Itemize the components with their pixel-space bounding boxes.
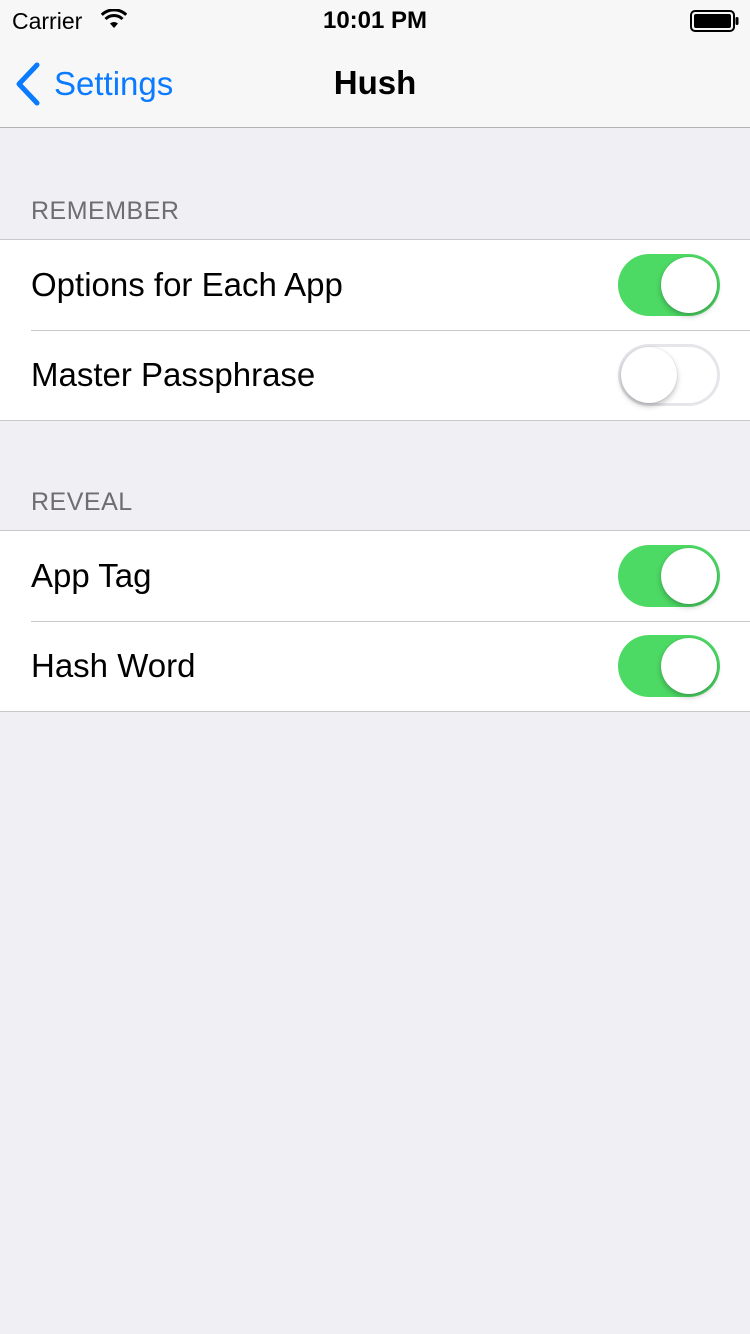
toggle-knob xyxy=(661,257,717,313)
toggle-hash-word[interactable] xyxy=(618,635,720,697)
status-time: 10:01 PM xyxy=(322,7,428,34)
toggle-app-tag[interactable] xyxy=(618,545,720,607)
section-header-reveal: REVEAL xyxy=(31,488,133,516)
status-bar: Carrier 10:01 PM xyxy=(0,0,750,40)
navigation-bar: Settings Hush xyxy=(0,40,750,128)
setting-row-hash-word: Hash Word xyxy=(0,621,750,711)
toggle-master-passphrase[interactable] xyxy=(618,344,720,406)
group-reveal: App Tag Hash Word xyxy=(0,530,750,712)
setting-row-options-for-each-app: Options for Each App xyxy=(0,240,750,330)
toggle-knob xyxy=(661,548,717,604)
section-header-remember: REMEMBER xyxy=(31,197,180,225)
setting-row-app-tag: App Tag xyxy=(0,531,750,621)
toggle-options-for-each-app[interactable] xyxy=(618,254,720,316)
setting-row-master-passphrase: Master Passphrase xyxy=(0,330,750,420)
setting-label: Master Passphrase xyxy=(31,356,316,393)
setting-label: Options for Each App xyxy=(31,266,343,303)
setting-label: App Tag xyxy=(31,557,152,594)
toggle-knob xyxy=(621,347,677,403)
toggle-knob xyxy=(661,638,717,694)
battery-icon xyxy=(690,10,739,32)
page-title: Hush xyxy=(333,64,417,101)
setting-label: Hash Word xyxy=(31,647,196,684)
top-bar: Carrier 10:01 PM Settings Hush xyxy=(0,0,750,128)
settings-screen: Carrier 10:01 PM Settings Hush REMEMBER … xyxy=(0,0,750,1334)
group-remember: Options for Each App Master Passphrase xyxy=(0,239,750,421)
